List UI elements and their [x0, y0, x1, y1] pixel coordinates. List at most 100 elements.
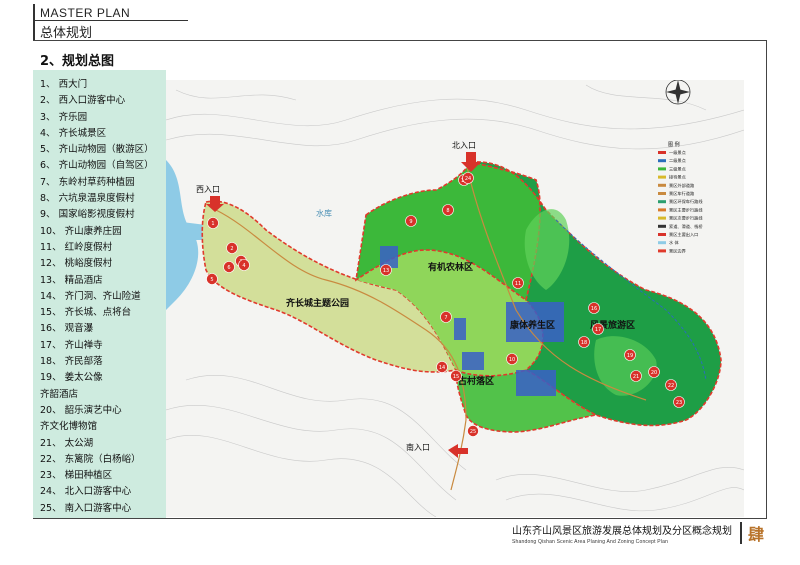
map-legend-swatch	[658, 175, 666, 179]
poi-marker-9: 9	[405, 215, 417, 227]
map-legend-label: 景区主要步行路线	[669, 206, 703, 213]
map-legend-swatch	[658, 233, 666, 236]
poi-marker-17: 17	[592, 323, 604, 335]
frame-bottom-line	[33, 518, 767, 519]
poi-marker-16: 16	[588, 302, 600, 314]
poi-marker-number: 4	[242, 263, 245, 269]
map-legend-swatch	[658, 167, 666, 171]
legend-item: 23、 梯田种植区	[40, 470, 113, 482]
legend-item: 3、 齐乐园	[40, 111, 88, 123]
map-legend-label: 景区环保车行路线	[669, 198, 703, 205]
south-entrance-label: 南入口	[406, 442, 430, 452]
map-legend-swatch	[658, 208, 666, 212]
map-legend-label: 景区外部道路	[669, 182, 695, 189]
map-legend-label: 二级景点	[669, 157, 686, 164]
footer-title-en: Shandong Qishan Scenic Area Planing And …	[512, 539, 669, 545]
map-legend-swatch	[658, 159, 666, 163]
poi-marker-15: 15	[450, 370, 462, 382]
poi-marker-number: 25	[470, 429, 476, 435]
header-accent-bar	[33, 4, 35, 40]
legend-item: 8、 六坑泉温泉度假村	[40, 193, 135, 205]
section-title: 2、规划总图	[40, 54, 115, 69]
legend-item: 齐韶酒店	[40, 388, 79, 400]
footer-page-mark: 肆	[748, 525, 765, 544]
west-entrance-label: 西入口	[196, 185, 220, 194]
master-plan-map: 水库 有机农林区 齐长城主题公园 康体养生区 风景旅游区 古村落区 北入口 西入…	[166, 80, 744, 517]
wellness-block-d	[516, 370, 556, 396]
map-legend-swatch	[658, 224, 666, 228]
poi-marker-number: 21	[633, 374, 639, 380]
wellness-block-c	[454, 318, 466, 340]
map-legend-label: 接待景点	[669, 174, 686, 181]
legend-item: 9、 国家峪影视度假村	[40, 209, 135, 221]
wellness-block-e	[462, 352, 484, 370]
legend-item: 25、 南入口游客中心	[40, 502, 132, 514]
poi-marker-number: 15	[453, 374, 459, 380]
poi-marker-number: 9	[409, 219, 412, 225]
poi-marker-20: 20	[648, 366, 660, 378]
map-legend-swatch	[658, 183, 666, 187]
north-arrow: N	[665, 80, 691, 105]
poi-marker-number: 16	[591, 306, 597, 312]
poi-marker-number: 5	[210, 277, 213, 283]
poi-marker-2: 2	[226, 242, 238, 254]
footer-title-cn: 山东齐山风景区旅游发展总体规划及分区概念规划	[512, 526, 732, 537]
legend-item: 17、 齐山禅寺	[40, 339, 103, 351]
poi-marker-number: 24	[465, 176, 471, 182]
legend-item: 10、 齐山康养庄园	[40, 225, 122, 237]
legend-item: 7、 东岭村草药种植园	[40, 176, 135, 188]
map-legend-label: 景区边界	[669, 247, 687, 254]
poi-marker-number: 23	[676, 400, 682, 406]
map-legend-swatch	[658, 200, 666, 204]
legend-item: 15、 齐长城、点将台	[40, 307, 132, 319]
map-legend-label: 一级景点	[669, 149, 686, 156]
zone-label-wellness: 康体养生区	[510, 319, 555, 331]
poi-marker-number: 18	[581, 340, 587, 346]
map-legend-swatch	[658, 151, 666, 154]
map-legend-swatch	[658, 249, 666, 253]
map-legend-label: 景区车行道路	[669, 190, 695, 197]
legend-item: 16、 观音瀑	[40, 323, 94, 335]
poi-marker-14: 14	[436, 361, 448, 373]
poi-marker-1: 1	[207, 217, 219, 229]
poi-marker-number: 22	[668, 383, 674, 389]
poi-marker-number: 17	[595, 327, 601, 333]
poi-marker-7: 7	[440, 311, 452, 323]
legend-item: 13、 精品酒店	[40, 274, 103, 286]
wellness-block-b	[380, 246, 398, 268]
poi-marker-number: 11	[515, 281, 521, 287]
poi-marker-19: 19	[624, 349, 636, 361]
legend-list: 1、 西大门 2、 西入口游客中心 3、 齐乐园 4、 齐长城景区 5、 齐山动物园（散…	[40, 77, 154, 517]
poi-marker-number: 14	[439, 365, 445, 371]
poi-marker-23: 23	[673, 396, 685, 408]
legend-item: 24、 北入口游客中心	[40, 486, 132, 498]
poi-marker-number: 2	[230, 246, 233, 252]
footer-accent-bar	[740, 522, 742, 544]
zone-label-village: 古村落区	[458, 375, 494, 387]
poi-marker-6: 6	[223, 261, 235, 273]
legend-item: 2、 西入口游客中心	[40, 95, 126, 107]
poi-marker-11: 11	[512, 277, 524, 289]
poi-marker-number: 8	[446, 208, 449, 214]
frame-right-line	[766, 40, 767, 518]
north-entrance-label: 北入口	[452, 141, 476, 150]
legend-item: 5、 齐山动物园（散游区）	[40, 144, 154, 156]
map-legend-swatch	[658, 192, 666, 195]
poi-marker-number: 10	[509, 357, 515, 363]
poi-marker-number: 1	[211, 221, 214, 227]
poi-marker-number: 6	[227, 265, 230, 271]
poi-marker-18: 18	[578, 336, 590, 348]
reservoir-label: 水库	[316, 208, 332, 218]
legend-item: 14、 齐门洞、齐山险道	[40, 290, 141, 302]
poi-marker-8: 8	[442, 204, 454, 216]
map-legend-label: 索道、滑道、栈桥	[669, 223, 703, 230]
map-legend-label: 景区主要出入口	[669, 231, 698, 238]
poi-marker-21: 21	[630, 370, 642, 382]
map-legend-label: 三级景点	[669, 165, 686, 172]
header-underline	[34, 20, 188, 21]
legend-item: 4、 齐长城景区	[40, 127, 107, 139]
poi-marker-4: 4	[238, 259, 250, 271]
zone-label-organic: 有机农林区	[428, 261, 473, 273]
map-legend-swatch	[658, 216, 666, 220]
legend-item: 18、 齐民部落	[40, 356, 103, 368]
